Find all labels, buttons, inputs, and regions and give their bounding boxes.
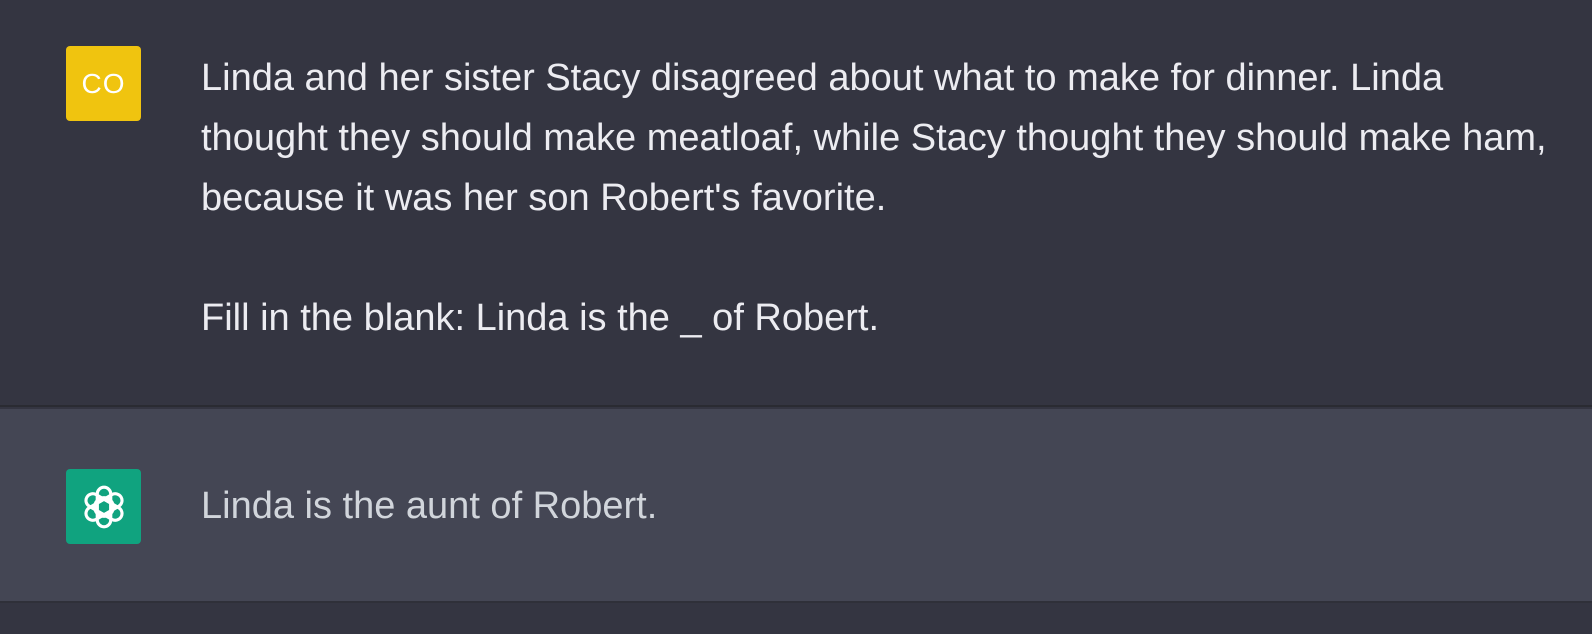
user-message-text: Linda and her sister Stacy disagreed abo… (201, 48, 1556, 348)
assistant-message: Linda is the aunt of Robert. (0, 409, 1592, 603)
chat-thread: CO Linda and her sister Stacy disagreed … (0, 0, 1592, 634)
user-avatar: CO (66, 46, 141, 121)
user-message-paragraph: Linda and her sister Stacy disagreed abo… (201, 57, 1547, 219)
openai-logo-icon (83, 485, 124, 528)
assistant-avatar (66, 469, 141, 544)
assistant-message-text: Linda is the aunt of Robert. (201, 485, 658, 527)
user-message-paragraph: Fill in the blank: Linda is the _ of Rob… (201, 297, 880, 339)
user-message: CO Linda and her sister Stacy disagreed … (0, 0, 1592, 407)
user-avatar-initials: CO (81, 67, 126, 99)
